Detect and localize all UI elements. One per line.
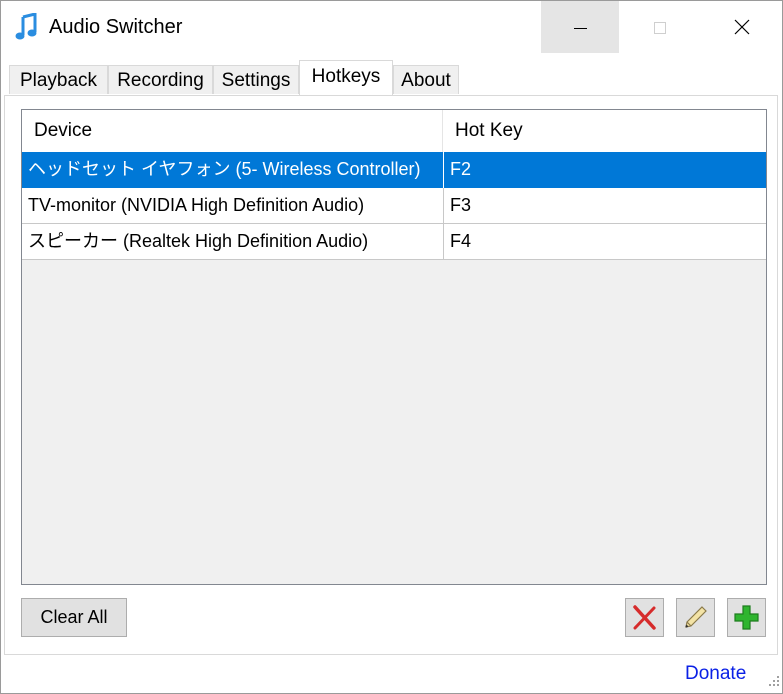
maximize-button[interactable] bbox=[621, 1, 699, 53]
add-hotkey-button[interactable] bbox=[727, 598, 766, 637]
device-cell: スピーカー (Realtek High Definition Audio) bbox=[28, 231, 369, 251]
table-row[interactable]: TV-monitor (NVIDIA High Definition Audio… bbox=[22, 188, 766, 224]
hotkey-cell: F2 bbox=[443, 152, 763, 188]
hotkeys-panel: Device Hot Key ヘッドセット イヤフォン (5- Wireless… bbox=[4, 95, 778, 655]
list-header: Device Hot Key bbox=[22, 110, 766, 152]
resize-grip-icon[interactable] bbox=[767, 674, 781, 688]
edit-hotkey-button[interactable] bbox=[676, 598, 715, 637]
table-row[interactable]: スピーカー (Realtek High Definition Audio) F4 bbox=[22, 224, 766, 260]
hotkeys-list[interactable]: Device Hot Key ヘッドセット イヤフォン (5- Wireless… bbox=[21, 109, 767, 585]
music-note-icon bbox=[15, 13, 37, 40]
window-title: Audio Switcher bbox=[49, 16, 183, 38]
list-rows: ヘッドセット イヤフォン (5- Wireless Controller) F2… bbox=[22, 152, 766, 260]
column-header-hotkey[interactable]: Hot Key bbox=[443, 110, 766, 152]
pencil-icon bbox=[685, 606, 707, 628]
table-row[interactable]: ヘッドセット イヤフォン (5- Wireless Controller) F2 bbox=[22, 152, 766, 188]
hotkey-cell: F4 bbox=[443, 224, 763, 260]
audio-switcher-window: Audio Switcher Playback Recording Settin… bbox=[0, 0, 783, 694]
device-cell: ヘッドセット イヤフォン (5- Wireless Controller) bbox=[28, 159, 421, 179]
minimize-button[interactable] bbox=[541, 1, 619, 53]
hotkey-cell: F3 bbox=[443, 188, 763, 224]
maximize-icon bbox=[654, 22, 666, 34]
device-cell: TV-monitor (NVIDIA High Definition Audio… bbox=[28, 195, 365, 215]
tab-recording[interactable]: Recording bbox=[108, 65, 213, 94]
minimize-icon bbox=[574, 28, 587, 29]
tab-settings[interactable]: Settings bbox=[213, 65, 299, 94]
red-x-icon bbox=[633, 605, 656, 630]
title-bar[interactable]: Audio Switcher bbox=[1, 1, 782, 55]
column-header-device[interactable]: Device bbox=[22, 110, 443, 152]
clear-all-button[interactable]: Clear All bbox=[21, 598, 127, 637]
tab-about[interactable]: About bbox=[393, 65, 459, 94]
donate-link[interactable]: Donate bbox=[685, 663, 746, 685]
tab-playback[interactable]: Playback bbox=[9, 65, 108, 94]
close-button[interactable] bbox=[703, 1, 781, 53]
tab-hotkeys[interactable]: Hotkeys bbox=[299, 60, 393, 95]
delete-hotkey-button[interactable] bbox=[625, 598, 664, 637]
green-plus-icon bbox=[734, 605, 759, 630]
close-icon bbox=[734, 19, 750, 35]
